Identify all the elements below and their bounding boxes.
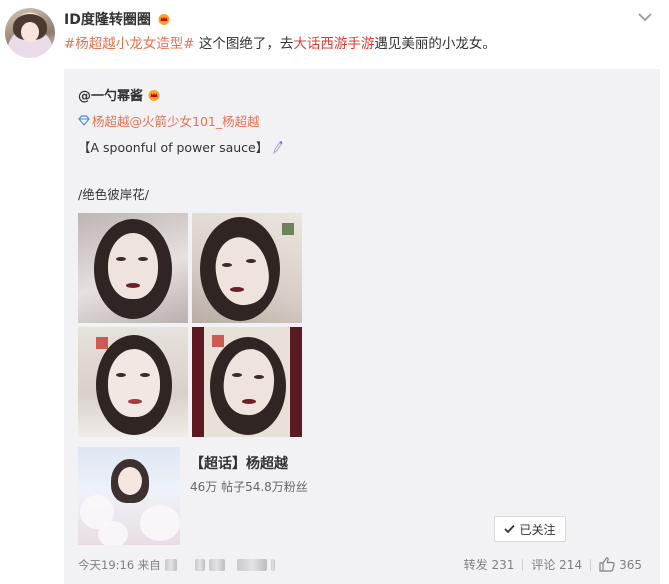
crown-icon xyxy=(158,14,170,25)
supertopic-title[interactable]: 【超话】杨超越 xyxy=(190,453,288,473)
supertopic-image[interactable] xyxy=(78,447,180,545)
photo-thumbnail[interactable] xyxy=(78,213,188,323)
like-count[interactable]: 365 xyxy=(619,558,642,572)
blurred-source xyxy=(208,559,225,571)
topic-link[interactable]: #杨超越小龙女造型# xyxy=(64,36,195,52)
thumb-up-icon[interactable] xyxy=(599,557,615,572)
comment-count[interactable]: 评论 214 xyxy=(531,556,582,573)
like-action[interactable]: 365 xyxy=(591,557,650,572)
repost-username-text[interactable]: @一勺幂酱 xyxy=(78,89,143,104)
chevron-down-icon[interactable] xyxy=(637,10,653,24)
post-text-part1: 这个图绝了，去 xyxy=(194,36,294,52)
repost-username[interactable]: @一勺幂酱 xyxy=(78,85,161,104)
blurred-source xyxy=(270,559,275,571)
diamond-icon xyxy=(78,115,90,126)
post-username[interactable]: ID度隆转圈圈 xyxy=(64,9,171,29)
comment-action[interactable]: 评论 214 xyxy=(523,556,590,573)
repost-line1: 【A spoonful of power sauce】 xyxy=(78,137,284,156)
pen-icon xyxy=(273,140,283,154)
highlight-link[interactable]: 大话西游手游 xyxy=(293,36,374,52)
username-text[interactable]: ID度隆转圈圈 xyxy=(64,12,151,28)
repost-time-text[interactable]: 今天19:16 来自 xyxy=(78,557,161,573)
supertopic-stats: 46万 帖子54.8万粉丝 xyxy=(190,480,308,494)
repost-line1-text: 【A spoonful of power sauce】 xyxy=(78,140,269,155)
mention-text[interactable]: 杨超越@火箭少女101_杨超越 xyxy=(92,111,260,130)
avatar[interactable] xyxy=(5,8,55,58)
post-text-part2: 遇见美丽的小龙女。 xyxy=(374,36,496,52)
followed-button[interactable]: 已关注 xyxy=(494,516,566,542)
avatar-face xyxy=(21,22,39,42)
check-icon xyxy=(504,524,516,534)
photo-thumbnail[interactable] xyxy=(78,327,188,437)
mention-link[interactable]: 杨超越@火箭少女101_杨超越 xyxy=(78,111,260,130)
blurred-source xyxy=(236,559,267,571)
repost-time: 今天19:16 来自 xyxy=(78,557,275,573)
blurred-source xyxy=(194,559,205,571)
blurred-source xyxy=(164,559,177,571)
followed-label: 已关注 xyxy=(519,522,556,537)
crown-icon xyxy=(148,90,160,101)
photo-thumbnail[interactable] xyxy=(192,327,302,437)
repost-actions: 转发 231 评论 214 365 xyxy=(456,556,650,573)
repost-action[interactable]: 转发 231 xyxy=(456,556,523,573)
post-text: #杨超越小龙女造型# 这个图绝了，去大话西游手游遇见美丽的小龙女。 xyxy=(64,34,496,54)
photo-thumbnail[interactable] xyxy=(192,213,302,323)
repost-card: @一勺幂酱 杨超越@火箭少女101_杨超越 【A spoonful of pow… xyxy=(64,69,660,584)
repost-line2: /绝色彼岸花/ xyxy=(78,187,149,202)
repost-count[interactable]: 转发 231 xyxy=(464,556,515,573)
